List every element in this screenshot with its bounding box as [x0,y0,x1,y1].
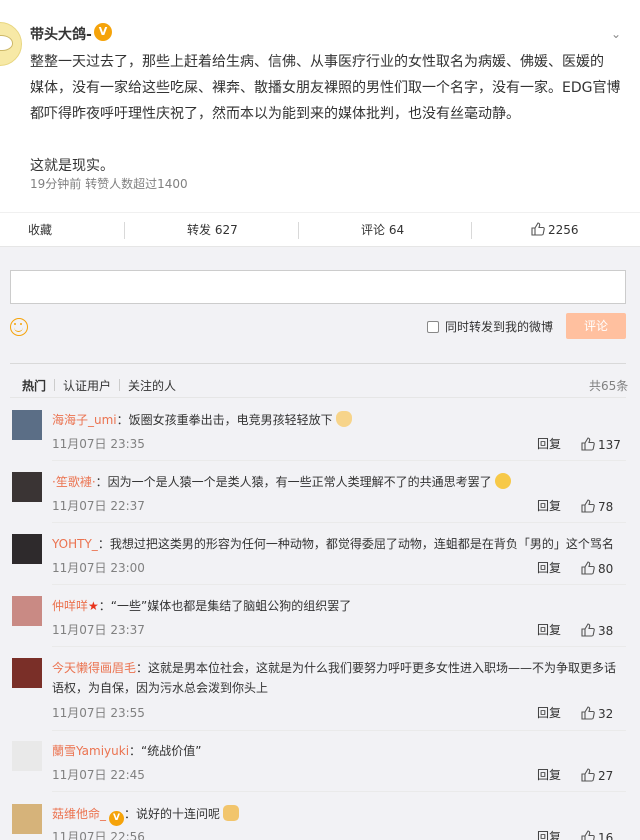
comment-date: 11月07日 22:37 [52,499,145,513]
reply-button[interactable]: 回复 [537,766,561,783]
repost-checkbox[interactable] [427,321,439,333]
smile-emoji-icon [494,473,511,489]
comment-total: 共65条 [589,379,629,393]
divider [52,522,626,523]
comment-date: 11月07日 22:56 [52,830,145,840]
comment-date: 11月07日 23:35 [52,437,145,451]
commenter-avatar[interactable] [12,741,42,771]
comment-input[interactable] [10,270,626,304]
reply-button[interactable]: 回复 [537,828,561,840]
divider [471,222,472,239]
comment-text: 仲咩咩★：“一些”媒体也都是集结了脑蛆公狗的组织罢了 [52,599,352,613]
commenter-avatar[interactable] [12,596,42,626]
repost-checkbox-label: 同时转发到我的微博 [445,320,554,334]
cat-emoji-icon [223,805,240,821]
tab-verified-users[interactable]: 认证用户 [63,377,111,394]
divider [52,646,626,647]
verified-badge-icon: V [94,23,112,41]
reply-button[interactable]: 回复 [537,559,561,576]
post-text: 整整一天过去了，那些上赶着给生病、信佛、从事医疗行业的女性取名为病媛、佛媛、医媛… [30,54,621,174]
commenter-avatar[interactable] [12,534,42,564]
comment-text: ·笙歌褳·：因为一个是人猿一个是类人猿，有一些正常人类理解不了的共通思考罢了 [52,472,626,492]
comment-filter-tabs: 热门 认证用户 关注的人 [22,377,176,394]
repost-button[interactable]: 转发 627 [187,213,238,248]
post-meta: 19分钟前 转赞人数超过1400 [30,177,188,191]
thumbs-up-icon [581,706,595,720]
commenter-avatar[interactable] [12,658,42,688]
comment-text: 蘭雪Yamiyuki：“统战价值” [52,744,202,758]
thumbs-up-icon [531,222,545,236]
verified-badge-icon: V [109,811,125,826]
comment-date: 11月07日 23:37 [52,623,145,637]
comment-button[interactable]: 评论 64 [361,213,404,248]
commenter-avatar[interactable] [12,804,42,834]
comment-text: YOHTY_：我想过把这类男的形容为任何一种动物，都觉得委屈了动物，连蛆都是在背… [52,537,614,551]
thumbs-up-icon [581,830,595,840]
comment-like-button[interactable]: 38 [581,623,613,638]
commenter-name[interactable]: 仲咩咩 [52,599,88,613]
post-card: 带头大鸽- V ⌄ 整整一天过去了，那些上赶着给生病、信佛、从事医疗行业的女性取… [0,0,640,247]
divider [124,222,125,239]
divider [52,584,626,585]
divider [52,460,626,461]
reply-button[interactable]: 回复 [537,704,561,721]
thumbs-up-icon [581,768,595,782]
commenter-name[interactable]: YOHTY_ [52,537,98,551]
favorite-button[interactable]: 收藏 [28,213,52,248]
comment-text: 海海子_umi：饭圈女孩重拳出击，电竞男孩轻轻放下 [52,410,626,430]
commenter-name[interactable]: ·笙歌褳· [52,475,96,489]
divider [52,791,626,792]
tab-hot[interactable]: 热门 [22,377,46,394]
star-icon: ★ [88,599,99,613]
thumbs-up-icon [581,561,595,575]
thumbs-up-icon [581,499,595,513]
reply-button[interactable]: 回复 [537,435,561,452]
commenter-name[interactable]: 海海子_umi [52,413,117,427]
comment-text: 今天懒得画眉毛：这就是男本位社会，这就是为什么我们要努力呼吁更多女性进入职场——… [52,661,617,695]
divider [52,730,626,731]
comment-like-button[interactable]: 32 [581,706,613,721]
divider [54,379,56,391]
like-button[interactable]: 2256 [531,213,579,248]
commenter-avatar[interactable] [12,410,42,440]
thumbs-up-icon [581,623,595,637]
comment-like-button[interactable]: 78 [581,499,613,514]
post-actions: 收藏 转发 627 评论 64 2256 [0,212,640,247]
comment-like-button[interactable]: 27 [581,768,613,783]
comment-like-button[interactable]: 137 [581,437,621,452]
victory-hand-icon [335,411,352,427]
author-name[interactable]: 带头大鸽- [30,24,92,44]
reply-button[interactable]: 回复 [537,497,561,514]
commenter-name[interactable]: 蘭雪Yamiyuki [52,744,129,758]
comment-date: 11月07日 23:55 [52,706,145,720]
thumbs-up-icon [581,437,595,451]
comment-like-button[interactable]: 16 [581,830,613,840]
commenter-name[interactable]: 菇维他命_ [52,807,106,821]
divider [298,222,299,239]
submit-comment-button[interactable]: 评论 [566,313,626,339]
like-count: 2256 [548,223,579,237]
chevron-down-icon[interactable]: ⌄ [611,27,621,41]
commenter-avatar[interactable] [12,472,42,502]
divider [10,397,626,398]
comment-like-button[interactable]: 80 [581,561,613,576]
commenter-name[interactable]: 今天懒得画眉毛 [52,661,136,675]
divider [10,363,626,364]
tab-following[interactable]: 关注的人 [128,377,176,394]
reply-button[interactable]: 回复 [537,621,561,638]
divider [119,379,121,391]
comment-text: 菇维他命_ V ：说好的十连问呢 [52,804,626,826]
emoji-picker-icon[interactable] [10,318,28,336]
comment-date: 11月07日 23:00 [52,561,145,575]
author-avatar[interactable] [0,22,22,66]
comment-date: 11月07日 22:45 [52,768,145,782]
